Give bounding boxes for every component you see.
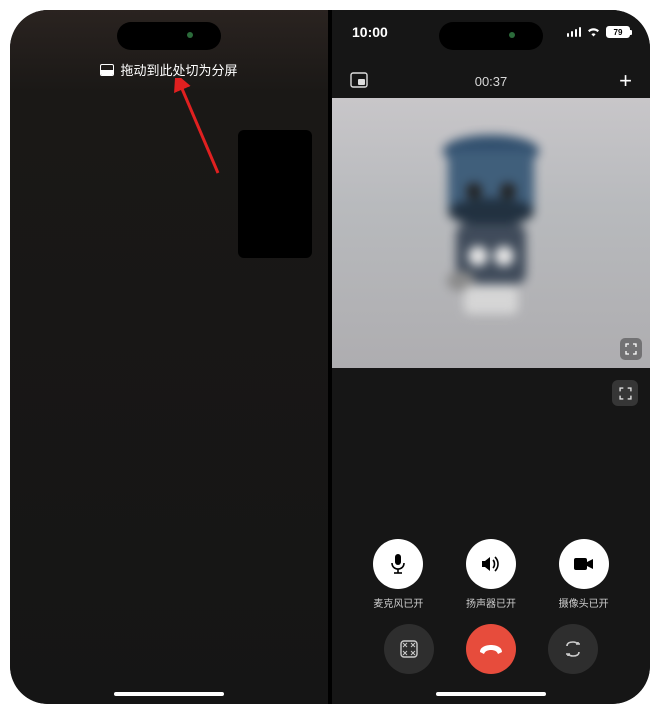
mic-button[interactable] [373,539,423,589]
annotation-arrow-icon [168,78,238,178]
right-screen: 10:00 79 00:37 + [332,10,650,704]
split-hint-text: 拖动到此处切为分屏 [120,60,237,79]
wifi-icon [586,25,601,40]
video-content [416,116,566,326]
dynamic-island [117,22,221,50]
effects-button[interactable] [384,624,434,674]
camera-control: 摄像头已开 [559,539,609,610]
microphone-icon [388,553,408,575]
home-indicator[interactable] [436,692,546,696]
switch-camera-icon [563,640,583,658]
pip-placeholder[interactable] [238,130,312,258]
mic-control: 麦克风已开 [373,539,423,610]
call-duration: 00:37 [475,74,508,89]
video-camera-icon [573,556,595,572]
add-participant-icon[interactable]: + [619,68,632,94]
dynamic-island [439,22,543,50]
speaker-control: 扬声器已开 [466,539,516,610]
effects-icon [399,639,419,659]
left-screen: 拖动到此处切为分屏 [10,10,328,704]
controls-row-2 [352,624,630,674]
switch-camera-button[interactable] [548,624,598,674]
call-controls: 麦克风已开 扬声器已开 摄像头已开 [332,539,650,674]
speaker-button[interactable] [466,539,516,589]
battery-icon: 79 [606,26,630,38]
call-header: 00:37 + [332,68,650,94]
hangup-icon [478,643,504,655]
status-time: 10:00 [352,24,388,40]
speaker-label: 扬声器已开 [466,595,516,610]
camera-label: 摄像头已开 [559,595,609,610]
hangup-button[interactable] [466,624,516,674]
home-indicator[interactable] [114,692,224,696]
fullscreen-button[interactable] [612,380,638,406]
controls-row-1: 麦克风已开 扬声器已开 摄像头已开 [352,539,630,610]
cellular-signal-icon [567,27,582,37]
battery-level: 79 [614,28,623,37]
split-screen-hint[interactable]: 拖动到此处切为分屏 [10,60,328,79]
dual-phone-mockup: 拖动到此处切为分屏 10:00 [10,10,650,704]
split-view-icon [100,64,114,76]
mic-label: 麦克风已开 [373,595,423,610]
pip-toggle-icon[interactable] [350,72,368,91]
remote-video-feed [332,98,650,368]
speaker-icon [480,554,502,574]
status-right: 79 [567,25,631,40]
camera-button[interactable] [559,539,609,589]
expand-video-icon[interactable] [620,338,642,360]
